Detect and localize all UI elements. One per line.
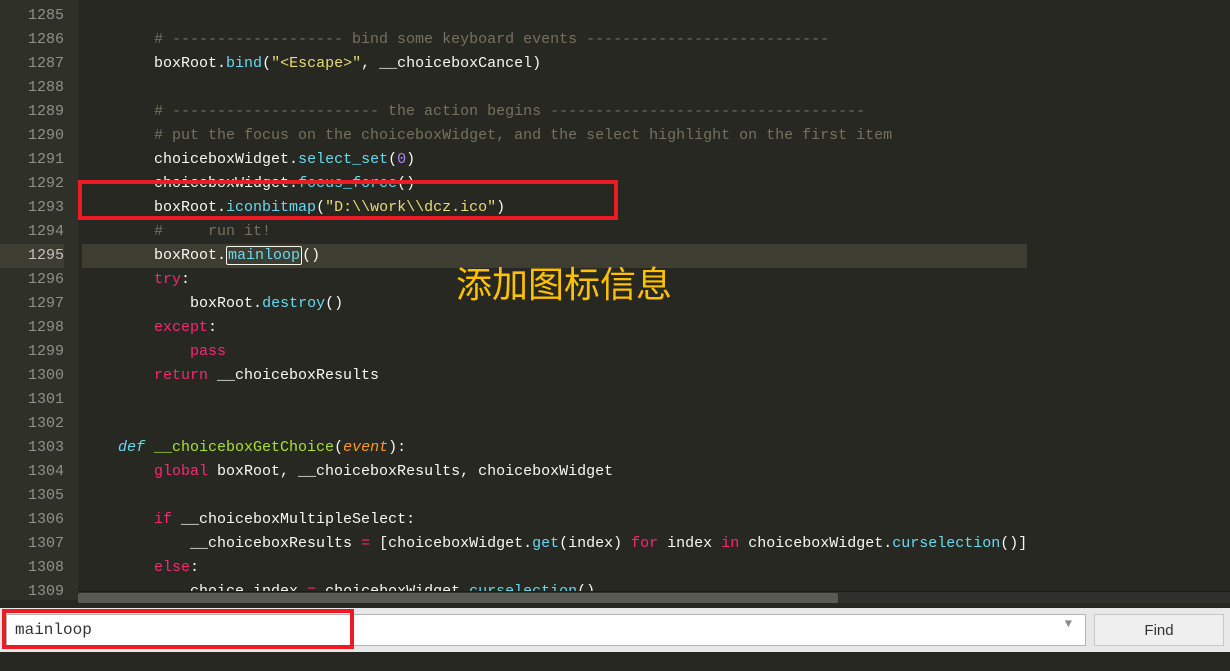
code-line[interactable] [82, 412, 1027, 436]
code-line[interactable]: if __choiceboxMultipleSelect: [82, 508, 1027, 532]
code-line[interactable]: # put the focus on the choiceboxWidget, … [82, 124, 1027, 148]
code-line[interactable]: def __choiceboxGetChoice(event): [82, 436, 1027, 460]
code-line[interactable] [82, 76, 1027, 100]
code-line[interactable]: # ------------------- bind some keyboard… [82, 28, 1027, 52]
code-line[interactable]: boxRoot.bind("<Escape>", __choiceboxCanc… [82, 52, 1027, 76]
code-line[interactable]: choiceboxWidget.focus_force() [82, 172, 1027, 196]
code-line[interactable]: boxRoot.mainloop() [82, 244, 1027, 268]
code-line[interactable]: pass [82, 340, 1027, 364]
horizontal-scrollbar-thumb[interactable] [78, 593, 838, 603]
code-line[interactable] [82, 484, 1027, 508]
code-line[interactable] [82, 388, 1027, 412]
code-line[interactable] [82, 4, 1027, 28]
code-line[interactable]: choiceboxWidget.select_set(0) [82, 148, 1027, 172]
code-editor[interactable]: 1285128612871288128912901291129212931294… [0, 0, 1230, 600]
find-input[interactable] [6, 614, 1086, 646]
code-line[interactable]: # ----------------------- the action beg… [82, 100, 1027, 124]
horizontal-scrollbar-track[interactable] [78, 591, 1230, 603]
find-bar: Find [0, 608, 1230, 652]
line-number-gutter: 1285128612871288128912901291129212931294… [0, 0, 78, 600]
code-content[interactable]: # ------------------- bind some keyboard… [78, 0, 1027, 600]
find-button[interactable]: Find [1094, 614, 1224, 646]
code-line[interactable]: global boxRoot, __choiceboxResults, choi… [82, 460, 1027, 484]
code-line[interactable]: return __choiceboxResults [82, 364, 1027, 388]
code-line[interactable]: boxRoot.iconbitmap("D:\\work\\dcz.ico") [82, 196, 1027, 220]
code-line[interactable]: try: [82, 268, 1027, 292]
code-line[interactable]: __choiceboxResults = [choiceboxWidget.ge… [82, 532, 1027, 556]
code-line[interactable]: else: [82, 556, 1027, 580]
code-line[interactable]: except: [82, 316, 1027, 340]
code-line[interactable]: # run it! [82, 220, 1027, 244]
code-line[interactable]: boxRoot.destroy() [82, 292, 1027, 316]
